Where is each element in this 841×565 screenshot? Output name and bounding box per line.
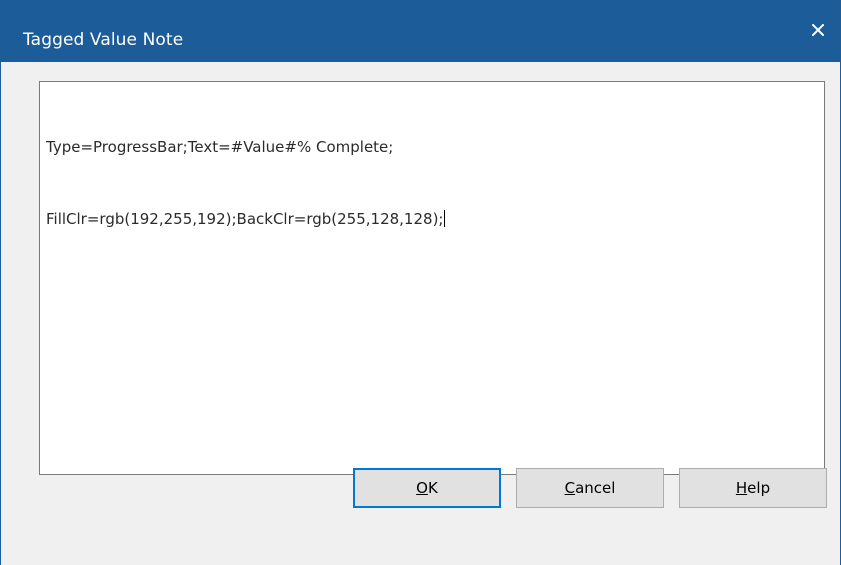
title-bar: Tagged Value Note (1, 0, 840, 62)
dialog-body: Type=ProgressBar;Text=#Value#% Complete;… (1, 62, 840, 565)
note-line-1: Type=ProgressBar;Text=#Value#% Complete; (46, 138, 394, 156)
help-button[interactable]: Help (679, 468, 827, 508)
cancel-button-label: ancel (575, 479, 616, 497)
tagged-value-note-dialog: Tagged Value Note Type=ProgressBar;Text=… (0, 0, 841, 565)
cancel-button[interactable]: Cancel (516, 468, 664, 508)
note-line-2: FillClr=rgb(192,255,192);BackClr=rgb(255… (46, 207, 818, 231)
ok-button-label: K (427, 479, 438, 497)
cancel-button-mnemonic: C (564, 479, 576, 497)
close-button[interactable] (794, 0, 840, 62)
note-text-area[interactable]: Type=ProgressBar;Text=#Value#% Complete;… (39, 81, 825, 475)
help-button-mnemonic: H (735, 479, 748, 497)
close-icon (812, 24, 824, 36)
ok-button[interactable]: OK (353, 468, 501, 508)
ok-button-mnemonic: O (416, 479, 428, 497)
text-caret (444, 210, 446, 227)
help-button-label: elp (747, 479, 771, 497)
window-title: Tagged Value Note (23, 30, 184, 50)
note-line-2-text: FillClr=rgb(192,255,192);BackClr=rgb(255… (46, 210, 444, 228)
